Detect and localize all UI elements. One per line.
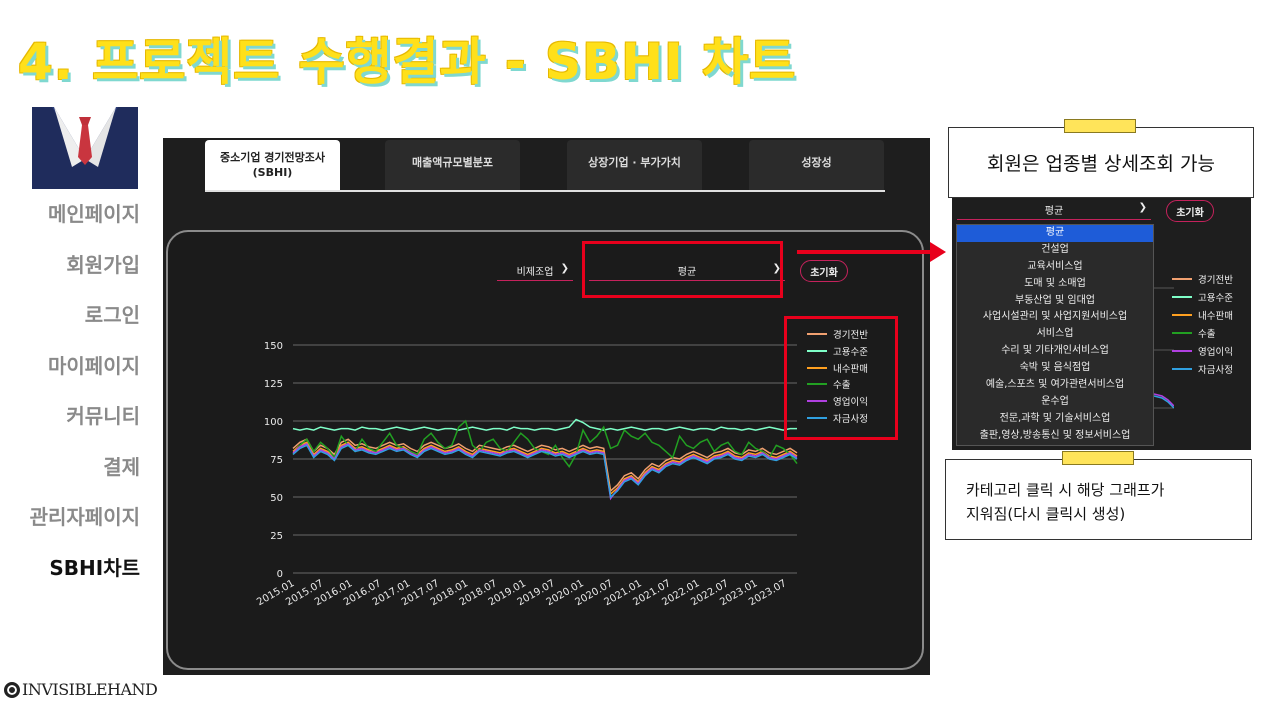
callout-bottom: 카테고리 클릭 시 해당 그래프가 지워짐(다시 클릭시 생성) [945,459,1252,540]
zoom-category-select[interactable]: 평균 ❯ [957,200,1151,220]
highlight-box-legend [784,316,898,440]
sidebar-item-login[interactable]: 로그인 [0,298,140,349]
zoom-legend: 경기전반고용수준내수판매수출영업이익자금사정 [1172,270,1233,378]
callout-bottom-tab [1062,451,1134,465]
dropdown-option[interactable]: 부동산업 및 임대업 [957,293,1153,310]
y-tick-label: 0 [277,569,283,580]
legend-label: 고용수준 [1198,293,1233,304]
callout-bottom-line2: 지워짐(다시 클릭시 생성) [966,505,1126,523]
sidebar-item-admin[interactable]: 관리자페이지 [0,500,140,551]
legend-swatch [1172,332,1192,334]
y-tick-label: 100 [264,417,283,428]
legend-label: 영업이익 [1198,347,1233,358]
dropdown-option[interactable]: 전문,과학 및 기술서비스업 [957,411,1153,428]
y-tick-label: 50 [270,493,283,504]
brand-name: INVISIBLEHAND [22,680,158,699]
callout-bottom-text: 카테고리 클릭 시 해당 그래프가 지워짐(다시 클릭시 생성) [966,478,1164,526]
legend-swatch [1172,350,1192,352]
dropdown-option[interactable]: 운수업 [957,394,1153,411]
arrow-line [797,250,932,254]
dropdown-option[interactable]: 수리 및 기타개인서비스업 [957,343,1153,360]
legend-item[interactable]: 수출 [1172,324,1233,342]
dropdown-option[interactable]: 사업시설관리 및 사업지원서비스업 [957,309,1153,326]
avatar-icon [32,107,138,189]
arrow-right-icon [930,242,946,262]
zoom-chart-fragment [1154,287,1174,409]
legend-item[interactable]: 자금사정 [1172,360,1233,378]
legend-swatch [1172,368,1192,370]
legend-item[interactable]: 고용수준 [1172,288,1233,306]
dropdown-option[interactable]: 숙박 및 음식점업 [957,360,1153,377]
sidebar-item-mypage[interactable]: 마이페이지 [0,349,140,400]
slide-title: 4. 프로젝트 수행결과 - SBHI 차트 [18,33,797,91]
legend-label: 자금사정 [1198,365,1233,376]
app-screenshot: 중소기업 경기전망조사 (SBHI) 매출액규모별분포 상장기업 · 부가가치 … [163,138,930,675]
zoom-select-value: 평균 [1044,206,1064,217]
legend-swatch [1172,278,1192,280]
sidebar-item-payment[interactable]: 결제 [0,450,140,501]
dropdown-option[interactable]: 평균 [957,225,1153,242]
chevron-down-icon: ❯ [1138,202,1147,213]
sidebar-item-signup[interactable]: 회원가입 [0,248,140,299]
brand-dot-icon [4,681,20,698]
y-tick-label: 150 [264,341,283,352]
legend-swatch [1172,314,1192,316]
sidebar-item-sbhi-chart[interactable]: SBHI차트 [0,551,140,602]
zoom-reset-button[interactable]: 초기화 [1166,200,1214,222]
y-tick-label: 125 [264,379,283,390]
dropdown-option[interactable]: 예술,스포츠 및 여가관련서비스업 [957,377,1153,394]
dropdown-zoom: 평균 ❯ 초기화 평균 건설업 교육서비스업 도매 및 소매업 부동산업 및 임대업 사업… [952,198,1251,450]
callout-top: 회원은 업종별 상세조회 가능 [948,127,1254,198]
callout-top-text: 회원은 업종별 상세조회 가능 [987,153,1215,175]
brand-logo: INVISIBLEHAND [4,680,158,699]
legend-label: 내수판매 [1198,311,1233,322]
legend-item[interactable]: 경기전반 [1172,270,1233,288]
y-tick-label: 25 [270,531,283,542]
legend-item[interactable]: 영업이익 [1172,342,1233,360]
dropdown-option[interactable]: 서비스업 [957,326,1153,343]
dropdown-option[interactable]: 도매 및 소매업 [957,276,1153,293]
sidebar-item-main[interactable]: 메인페이지 [0,197,140,248]
dropdown-option[interactable]: 출판,영상,방송통신 및 정보서비스업 [957,428,1153,445]
callout-top-tab [1064,119,1136,133]
sidebar-item-community[interactable]: 커뮤니티 [0,399,140,450]
legend-item[interactable]: 내수판매 [1172,306,1233,324]
sidebar-nav: 메인페이지 회원가입 로그인 마이페이지 커뮤니티 결제 관리자페이지 SBHI… [0,197,140,601]
dropdown-option[interactable]: 교육서비스업 [957,259,1153,276]
legend-swatch [1172,296,1192,298]
legend-label: 경기전반 [1198,275,1233,286]
legend-label: 수출 [1198,329,1216,340]
y-tick-label: 75 [270,455,283,466]
dropdown-option[interactable]: 건설업 [957,242,1153,259]
industry-dropdown-list: 평균 건설업 교육서비스업 도매 및 소매업 부동산업 및 임대업 사업시설관리 및 사업… [956,224,1154,446]
callout-bottom-line1: 카테고리 클릭 시 해당 그래프가 [966,481,1165,499]
